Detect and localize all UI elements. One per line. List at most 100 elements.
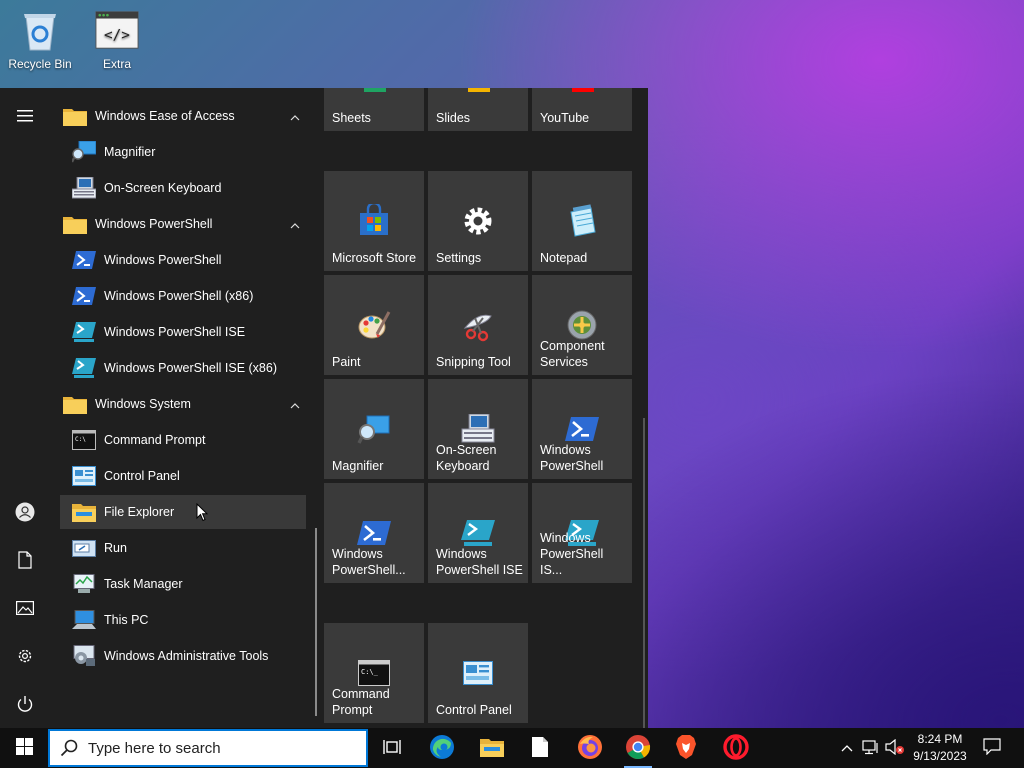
app-list-label: Control Panel [104, 469, 180, 483]
documents-icon[interactable] [0, 540, 50, 580]
scissors-icon [458, 305, 498, 345]
magnifier-icon [354, 409, 394, 449]
app-list-item-run[interactable]: Run [60, 531, 306, 565]
chevron-up-icon[interactable] [290, 110, 300, 124]
taskbar-chrome[interactable] [616, 728, 660, 768]
chrome-icon [625, 734, 651, 763]
tile-label: Paint [332, 355, 361, 369]
tile-microsoft-store[interactable]: Microsoft Store [324, 171, 424, 271]
tile-label: Slides [436, 111, 471, 125]
volume-muted-icon [885, 738, 905, 758]
app-folder-windows-system[interactable]: Windows System [60, 387, 306, 421]
app-list-scrollbar[interactable] [315, 528, 317, 716]
firefox-icon [577, 734, 603, 763]
tile-windows-powershell[interactable]: Windows PowerShell [532, 379, 632, 479]
opera-icon [723, 733, 749, 763]
app-list-item-this-pc[interactable]: This PC [60, 603, 306, 637]
desktop-icon-recycle-bin[interactable]: Recycle Bin [0, 8, 80, 71]
youtube-icon [572, 88, 594, 92]
start-menu: Windows Ease of Access Magnifier On-Scre… [0, 88, 648, 768]
app-list-item-magnifier[interactable]: Magnifier [60, 135, 306, 169]
chevron-up-icon[interactable] [290, 218, 300, 232]
taskbar-opera[interactable] [714, 728, 758, 768]
tile-label: On-Screen Keyboard [436, 443, 497, 473]
powershell-icon [72, 284, 96, 308]
tile-magnifier[interactable]: Magnifier [324, 379, 424, 479]
tiles-scrollbar[interactable] [643, 418, 645, 768]
start-button[interactable] [0, 728, 48, 768]
tile-settings[interactable]: Settings [428, 171, 528, 271]
action-center-button[interactable] [978, 728, 1006, 768]
tile-sheets[interactable]: Sheets [324, 88, 424, 131]
app-list-label: Windows PowerShell ISE [104, 325, 246, 339]
app-list-item-windows-powershell-x86[interactable]: Windows PowerShell (x86) [60, 279, 306, 313]
search-box[interactable]: Type here to search [48, 729, 368, 767]
network-button[interactable] [860, 728, 882, 768]
clock-date: 9/13/2023 [913, 749, 967, 763]
app-list-item-command-prompt[interactable]: C:\ Command Prompt [60, 423, 306, 457]
user-account-icon[interactable] [0, 492, 50, 532]
tile-label: Control Panel [436, 703, 512, 717]
tile-windows-powershell-ise[interactable]: Windows PowerShell ISE [428, 483, 528, 583]
app-folder-windows-powershell[interactable]: Windows PowerShell [60, 207, 306, 241]
tile-slides[interactable]: Slides [428, 88, 528, 131]
settings-gear-icon[interactable] [0, 636, 50, 676]
volume-button[interactable] [884, 728, 906, 768]
run-icon [72, 536, 96, 560]
chevron-up-icon[interactable] [290, 398, 300, 412]
app-list-item-windows-powershell[interactable]: Windows PowerShell [60, 243, 306, 277]
app-list-label: Windows Administrative Tools [104, 649, 269, 663]
tile-command-prompt[interactable]: C:\_ Command Prompt [324, 623, 424, 723]
svg-text:C:\: C:\ [75, 436, 86, 443]
edge-icon [429, 734, 455, 763]
app-folder-windows-ease-of-access[interactable]: Windows Ease of Access [60, 99, 306, 133]
show-hidden-icons-button[interactable] [836, 728, 858, 768]
admin-tools-icon [72, 644, 96, 668]
tile-snipping-tool[interactable]: Snipping Tool [428, 275, 528, 375]
brave-icon [675, 734, 697, 763]
tile-windows-powershell-x86[interactable]: Windows PowerShell... [324, 483, 424, 583]
desktop-icon-label: Extra [102, 57, 131, 71]
app-list-item-on-screen-keyboard[interactable]: On-Screen Keyboard [60, 171, 306, 205]
desktop-icon-label: Recycle Bin [8, 57, 72, 71]
taskbar-file-explorer[interactable] [470, 728, 514, 768]
tile-control-panel[interactable]: Control Panel [428, 623, 528, 723]
tile-label: Component Services [540, 339, 605, 369]
app-list-item-windows-powershell-ise[interactable]: Windows PowerShell ISE [60, 315, 306, 349]
taskbar-file[interactable] [518, 728, 562, 768]
hamburger-menu-icon[interactable] [0, 96, 50, 136]
tile-on-screen-keyboard[interactable]: On-Screen Keyboard [428, 379, 528, 479]
this-pc-icon [72, 608, 96, 632]
taskbar-edge[interactable] [420, 728, 464, 768]
app-list-label: This PC [104, 613, 149, 627]
search-icon [60, 739, 78, 757]
tile-label: Command Prompt [332, 687, 390, 717]
app-list-item-file-explorer[interactable]: File Explorer [60, 495, 306, 529]
code-file-icon: </> [95, 8, 139, 52]
tile-component-services[interactable]: Component Services [532, 275, 632, 375]
tile-label: Settings [436, 251, 482, 265]
app-list-label: Windows PowerShell [104, 253, 222, 267]
taskbar-brave[interactable] [664, 728, 708, 768]
app-list-item-task-manager[interactable]: Task Manager [60, 567, 306, 601]
tile-paint[interactable]: Paint [324, 275, 424, 375]
tile-windows-powershell-ise-x86[interactable]: Windows PowerShell IS... [532, 483, 632, 583]
tile-label: Magnifier [332, 459, 384, 473]
tile-notepad[interactable]: Notepad [532, 171, 632, 271]
app-list-item-windows-administrative-tools[interactable]: Windows Administrative Tools [60, 639, 306, 673]
app-list-item-windows-powershell-ise-x86[interactable]: Windows PowerShell ISE (x86) [60, 351, 306, 385]
tile-youtube[interactable]: YouTube [532, 88, 632, 131]
desktop-icon-extra[interactable]: </> Extra [77, 8, 157, 71]
task-view-button[interactable] [372, 728, 412, 768]
app-list-label: Magnifier [104, 145, 156, 159]
app-list-item-control-panel[interactable]: Control Panel [60, 459, 306, 493]
tile-label: Windows PowerShell ISE [436, 547, 523, 577]
powershell-ise-icon [72, 356, 96, 380]
start-rail [0, 88, 50, 728]
pictures-icon[interactable] [0, 588, 50, 628]
taskbar-clock[interactable]: 8:24 PM 9/13/2023 [905, 731, 975, 765]
taskbar-firefox[interactable] [568, 728, 612, 768]
tile-label: Windows PowerShell IS... [540, 531, 604, 577]
control-panel-icon [72, 464, 96, 488]
power-icon[interactable] [0, 684, 50, 724]
